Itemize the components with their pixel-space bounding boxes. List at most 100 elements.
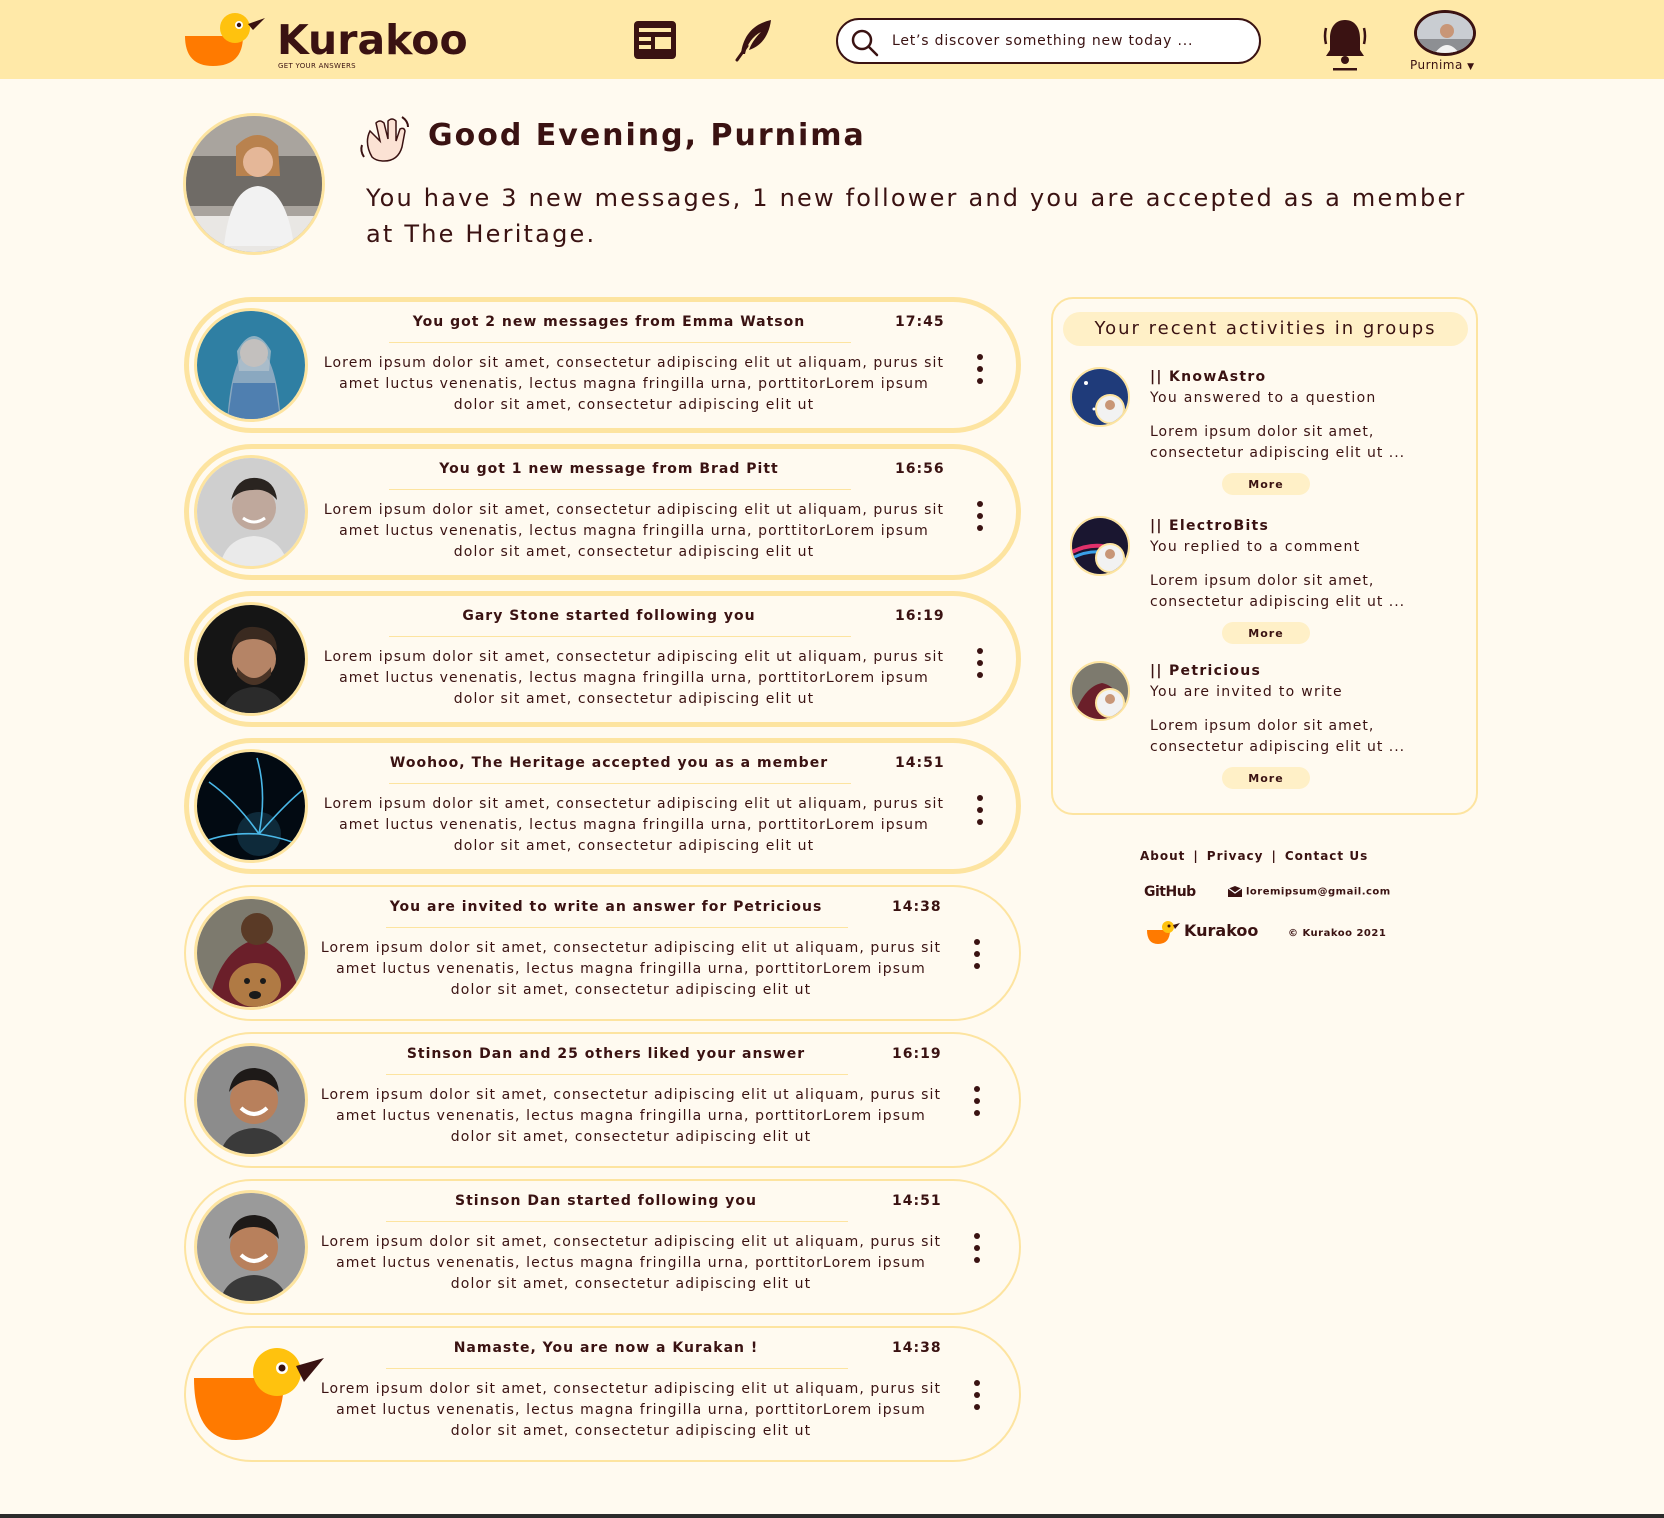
search-bar[interactable] xyxy=(836,18,1261,64)
brand-name: Kurakoo xyxy=(277,16,468,64)
avatar xyxy=(1070,661,1130,721)
notification-title: You got 2 new messages from Emma Watson xyxy=(412,314,806,330)
divider xyxy=(389,636,851,637)
notification-card[interactable]: Stinson Dan and 25 others liked your ans… xyxy=(184,1032,1021,1168)
activity-item: || Petricious You are invited to write L… xyxy=(1070,661,1470,791)
avatar xyxy=(1070,367,1130,427)
notification-title: Gary Stone started following you xyxy=(462,608,756,624)
more-button[interactable]: More xyxy=(1222,622,1310,644)
notification-time: 16:19 xyxy=(892,1046,942,1062)
activity-action: You answered to a question xyxy=(1150,390,1377,406)
more-vertical-icon[interactable] xyxy=(970,1086,984,1120)
duck-logo-icon xyxy=(1147,921,1180,944)
profile-avatar xyxy=(183,113,325,255)
notification-card[interactable]: You got 1 new message from Brad Pitt 16:… xyxy=(184,444,1021,580)
brand-logo[interactable]: Kurakoo GET YOUR ANSWERS xyxy=(183,8,473,74)
divider xyxy=(389,342,851,343)
divider xyxy=(386,1221,848,1222)
divider xyxy=(386,927,848,928)
avatar xyxy=(1070,516,1130,576)
divider xyxy=(389,783,851,784)
avatar xyxy=(194,308,308,422)
notification-card[interactable]: You got 2 new messages from Emma Watson … xyxy=(184,297,1021,433)
contact-link[interactable]: Contact Us xyxy=(1285,849,1368,863)
wave-hand-icon xyxy=(360,116,409,162)
notification-card[interactable]: Gary Stone started following you 16:19 L… xyxy=(184,591,1021,727)
brand-tagline: GET YOUR ANSWERS xyxy=(278,62,356,70)
more-vertical-icon[interactable] xyxy=(973,795,987,829)
divider xyxy=(386,1074,848,1075)
notification-time: 16:19 xyxy=(895,608,945,624)
avatar xyxy=(194,896,308,1010)
notification-time: 14:51 xyxy=(892,1193,942,1209)
privacy-link[interactable]: Privacy xyxy=(1207,849,1264,863)
more-vertical-icon[interactable] xyxy=(973,354,987,388)
avatar xyxy=(194,602,308,716)
chevron-down-icon: ▼ xyxy=(1467,62,1475,72)
divider xyxy=(389,489,851,490)
notification-title: Woohoo, The Heritage accepted you as a m… xyxy=(389,755,829,771)
notification-card[interactable]: You are invited to write an answer for P… xyxy=(184,885,1021,1021)
feed-icon[interactable] xyxy=(631,16,679,64)
notification-title: You are invited to write an answer for P… xyxy=(389,899,823,915)
activity-text: Lorem ipsum dolor sit amet, consectetur … xyxy=(1150,573,1406,610)
divider xyxy=(0,1514,1664,1518)
activity-text: Lorem ipsum dolor sit amet, consectetur … xyxy=(1150,718,1406,755)
search-icon xyxy=(851,29,879,57)
copyright: © Kurakoo 2021 xyxy=(1288,928,1387,939)
group-name[interactable]: || ElectroBits xyxy=(1150,518,1269,534)
separator: | xyxy=(1193,849,1199,863)
footer-brand-logo[interactable]: Kurakoo xyxy=(1146,918,1259,946)
greeting-message: You have 3 new messages, 1 new follower … xyxy=(366,184,1467,248)
bell-icon[interactable] xyxy=(1322,16,1368,72)
notification-card[interactable]: Namaste, You are now a Kurakan ! 14:38 L… xyxy=(184,1326,1021,1462)
duck-logo-icon xyxy=(194,1348,324,1440)
activity-item: || KnowAstro You answered to a question … xyxy=(1070,367,1470,497)
write-icon[interactable] xyxy=(731,16,779,64)
notification-title: Stinson Dan and 25 others liked your ans… xyxy=(406,1046,806,1062)
group-name[interactable]: || KnowAstro xyxy=(1150,369,1266,385)
avatar xyxy=(194,455,308,569)
more-button[interactable]: More xyxy=(1222,767,1310,789)
more-vertical-icon[interactable] xyxy=(970,1233,984,1267)
more-vertical-icon[interactable] xyxy=(970,1380,984,1414)
footer-brand-name: Kurakoo xyxy=(1184,921,1259,940)
more-vertical-icon[interactable] xyxy=(973,501,987,535)
notification-body: Lorem ipsum dolor sit amet, consectetur … xyxy=(323,649,945,707)
about-link[interactable]: About xyxy=(1140,849,1185,863)
notification-time: 16:56 xyxy=(895,461,945,477)
email-link[interactable]: loremipsum@gmail.com xyxy=(1228,886,1391,898)
notification-body: Lorem ipsum dolor sit amet, consectetur … xyxy=(320,1381,942,1439)
notification-body: Lorem ipsum dolor sit amet, consectetur … xyxy=(320,940,942,998)
group-activities-panel: Your recent activities in groups || Know… xyxy=(1051,297,1478,815)
user-menu[interactable]: Purnima ▼ xyxy=(1405,8,1485,74)
notification-body: Lorem ipsum dolor sit amet, consectetur … xyxy=(323,502,945,560)
notification-title: Namaste, You are now a Kurakan ! xyxy=(453,1340,759,1356)
notification-time: 14:38 xyxy=(892,1340,942,1356)
search-input[interactable] xyxy=(892,28,1242,54)
greeting-title: Good Evening, Purnima xyxy=(428,118,866,153)
footer-links: About | Privacy | Contact Us xyxy=(1140,849,1440,863)
notification-card[interactable]: Woohoo, The Heritage accepted you as a m… xyxy=(184,738,1021,874)
notification-body: Lorem ipsum dolor sit amet, consectetur … xyxy=(320,1087,942,1145)
notification-card[interactable]: Stinson Dan started following you 14:51 … xyxy=(184,1179,1021,1315)
separator: | xyxy=(1271,849,1277,863)
more-button[interactable]: More xyxy=(1222,473,1310,495)
notification-time: 14:51 xyxy=(895,755,945,771)
activity-item: || ElectroBits You replied to a comment … xyxy=(1070,516,1470,646)
more-vertical-icon[interactable] xyxy=(973,648,987,682)
user-name: Purnima ▼ xyxy=(1410,58,1475,72)
notification-body: Lorem ipsum dolor sit amet, consectetur … xyxy=(323,796,945,854)
top-nav-bar: Kurakoo GET YOUR ANSWERS Let’s discover … xyxy=(0,0,1664,79)
notification-time: 17:45 xyxy=(895,314,945,330)
panel-title: Your recent activities in groups xyxy=(1063,312,1468,346)
activity-action: You are invited to write xyxy=(1150,684,1343,700)
notification-body: Lorem ipsum dolor sit amet, consectetur … xyxy=(323,355,945,413)
avatar xyxy=(194,1043,308,1157)
github-link[interactable]: GitHub xyxy=(1144,884,1196,900)
more-vertical-icon[interactable] xyxy=(970,939,984,973)
notification-body: Lorem ipsum dolor sit amet, consectetur … xyxy=(320,1234,942,1292)
group-name[interactable]: || Petricious xyxy=(1150,663,1261,679)
divider xyxy=(386,1368,848,1369)
activity-action: You replied to a comment xyxy=(1150,539,1361,555)
